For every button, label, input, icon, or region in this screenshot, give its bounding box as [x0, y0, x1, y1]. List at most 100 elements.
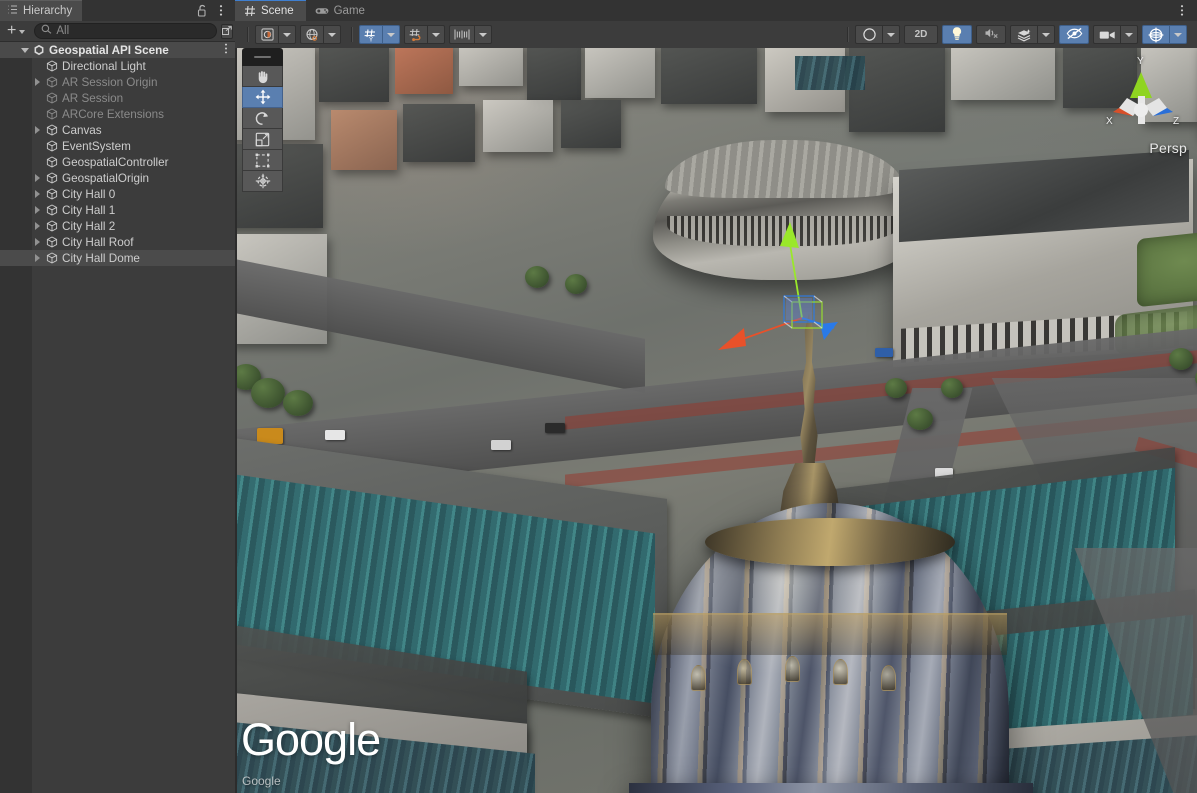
palette-drag-handle[interactable]: [242, 48, 283, 66]
snap-increment[interactable]: [449, 25, 492, 44]
grid-axis-y[interactable]: Y: [359, 25, 400, 44]
hierarchy-item-label: Geospatial API Scene: [49, 44, 169, 57]
kebab-menu-icon[interactable]: [1174, 2, 1189, 19]
transform-move-gizmo[interactable]: [710, 218, 840, 358]
vehicle: [545, 423, 565, 433]
hierarchy-item-row[interactable]: City Hall 1: [0, 202, 235, 218]
kebab-menu-icon[interactable]: [213, 2, 228, 19]
tab-hierarchy[interactable]: Hierarchy: [0, 0, 82, 21]
gizmo-axis-x-label: X: [1106, 116, 1113, 127]
ruler-increment-icon-button[interactable]: [449, 25, 475, 44]
gizmo-axis-y-cone: [1130, 72, 1152, 98]
lawn-area: [1137, 227, 1197, 307]
hierarchy-item-row[interactable]: Directional Light: [0, 58, 235, 74]
scene-viewport[interactable]: Y X Z Persp Google Google: [235, 48, 1197, 793]
twisty-toggle[interactable]: [31, 174, 44, 182]
shaded-sphere-icon-button-2[interactable]: [855, 25, 883, 44]
hierarchy-item-label: City Hall Dome: [62, 252, 140, 265]
grid-snapping[interactable]: [404, 25, 445, 44]
twisty-toggle[interactable]: [31, 78, 44, 86]
toggle-2d[interactable]: 2D: [904, 25, 938, 44]
hierarchy-item-label: AR Session: [62, 92, 123, 105]
toggle-scene-audio[interactable]: [976, 25, 1006, 44]
scale-tool[interactable]: [242, 129, 283, 150]
draw-mode-shaded[interactable]: [255, 25, 296, 44]
chevron-right-icon: [35, 78, 40, 86]
scene-draw-mode-dropdown[interactable]: [883, 25, 900, 44]
chevron-right-icon: [35, 254, 40, 262]
grid-axis-dropdown[interactable]: [383, 25, 400, 44]
scene-view-camera-2d-toggle[interactable]: [300, 25, 341, 44]
add-gameobject-button[interactable]: +: [4, 23, 28, 40]
unity-editor-window: Hierarchy +: [0, 0, 1197, 793]
fx-dropdown[interactable]: [1038, 25, 1055, 44]
hierarchy-item-row[interactable]: GeospatialController: [0, 154, 235, 170]
twisty-toggle[interactable]: [31, 206, 44, 214]
rect-tool[interactable]: [242, 150, 283, 171]
hierarchy-item-label: GeospatialOrigin: [62, 172, 149, 185]
hierarchy-item-row[interactable]: AR Session Origin: [0, 74, 235, 90]
hierarchy-item-row[interactable]: EventSystem: [0, 138, 235, 154]
hierarchy-item-row[interactable]: GeospatialOrigin: [0, 170, 235, 186]
lock-open-icon[interactable]: [195, 2, 210, 19]
twisty-toggle[interactable]: [31, 126, 44, 134]
gameobject-cube-icon: [44, 156, 60, 168]
solar-panel-array: [795, 56, 865, 90]
tab-hierarchy-label: Hierarchy: [23, 5, 72, 17]
tab-scene[interactable]: Scene: [235, 0, 306, 21]
transform-tool[interactable]: [242, 171, 283, 192]
shaded-sphere-icon-button[interactable]: [255, 25, 279, 44]
hierarchy-item-row[interactable]: Canvas: [0, 122, 235, 138]
gameobject-cube-icon: [44, 140, 60, 152]
gizmos-globe-icon-button[interactable]: [1142, 25, 1170, 44]
globe-wire-icon-button[interactable]: [300, 25, 324, 44]
hierarchy-item-row[interactable]: City Hall 2: [0, 218, 235, 234]
tab-game[interactable]: Game: [306, 0, 377, 21]
camera-settings[interactable]: [1093, 25, 1138, 44]
toggle-fx[interactable]: [1010, 25, 1055, 44]
tab-game-label: Game: [334, 5, 365, 17]
search-input[interactable]: [56, 25, 210, 37]
twisty-toggle[interactable]: [31, 238, 44, 246]
hand-tool[interactable]: [242, 66, 283, 87]
toggle-scene-visibility[interactable]: [1059, 25, 1089, 44]
camera-mode-dropdown[interactable]: [324, 25, 341, 44]
kebab-menu-icon[interactable]: [224, 43, 228, 57]
snap-increment-dropdown[interactable]: [475, 25, 492, 44]
scene-orientation-gizmo[interactable]: Y X Z: [1105, 54, 1183, 166]
dome-window: [881, 665, 896, 691]
grid-snap-dropdown[interactable]: [428, 25, 445, 44]
scene-root-row[interactable]: Geospatial API Scene: [0, 42, 235, 58]
chevron-down-icon: [21, 48, 29, 53]
twisty-toggle[interactable]: [18, 48, 31, 53]
grid-y-icon-button[interactable]: Y: [359, 25, 383, 44]
gizmo-axis-y-label: Y: [1137, 56, 1144, 67]
building-block: [951, 48, 1055, 100]
scene-draw-mode[interactable]: [855, 25, 900, 44]
hierarchy-item-row[interactable]: City Hall 0: [0, 186, 235, 202]
toggle-scene-lighting[interactable]: [942, 25, 972, 44]
camera-settings-dropdown[interactable]: [1121, 25, 1138, 44]
gameobject-cube-icon: [44, 172, 60, 184]
camera-icon-button[interactable]: [1093, 25, 1121, 44]
hierarchy-tree[interactable]: Geospatial API SceneDirectional LightAR …: [0, 42, 235, 793]
twisty-toggle[interactable]: [31, 222, 44, 230]
fx-stack-icon-button[interactable]: [1010, 25, 1038, 44]
rotate-tool[interactable]: [242, 108, 283, 129]
lightbulb-icon: [951, 26, 963, 44]
twisty-toggle[interactable]: [31, 254, 44, 262]
hierarchy-item-row[interactable]: AR Session: [0, 90, 235, 106]
hierarchy-item-row[interactable]: City Hall Dome: [0, 250, 235, 266]
expand-window-icon[interactable]: [221, 24, 233, 39]
grid-snap-icon-button[interactable]: [404, 25, 428, 44]
move-tool[interactable]: [242, 87, 283, 108]
draw-mode-dropdown[interactable]: [279, 25, 296, 44]
search-input-wrap[interactable]: [34, 23, 217, 39]
gizmos-toggle[interactable]: [1142, 25, 1187, 44]
gizmo-axis-z-label: Z: [1173, 116, 1179, 127]
gizmos-dropdown[interactable]: [1170, 25, 1187, 44]
hierarchy-item-row[interactable]: ARCore Extensions: [0, 106, 235, 122]
hierarchy-item-row[interactable]: City Hall Roof: [0, 234, 235, 250]
twisty-toggle[interactable]: [31, 190, 44, 198]
gameobject-cube-icon: [44, 124, 60, 136]
